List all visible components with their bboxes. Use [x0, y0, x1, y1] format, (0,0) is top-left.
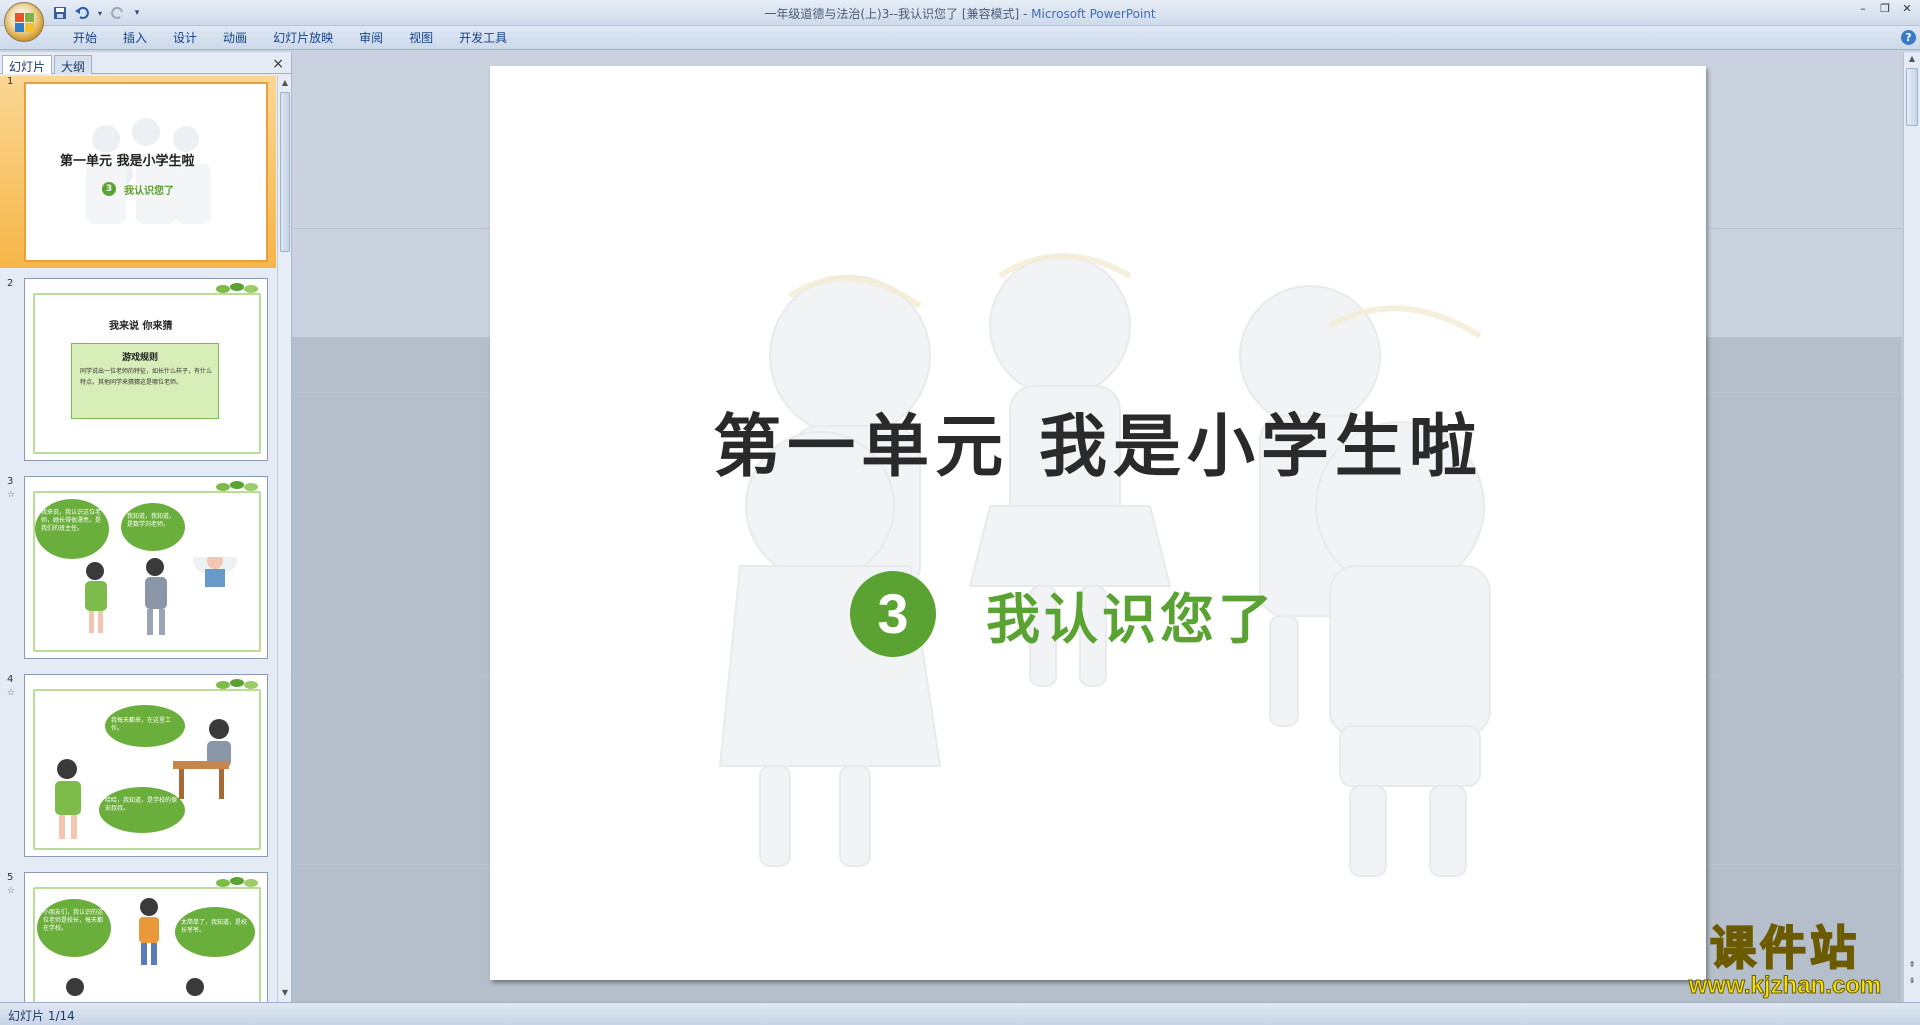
lesson-number-badge: 3 — [850, 571, 936, 657]
watermark-name: 课件站 — [1709, 921, 1860, 975]
office-logo-icon — [15, 13, 35, 33]
animation-star-icon: ☆ — [7, 886, 16, 896]
tab-developer[interactable]: 开发工具 — [446, 29, 520, 47]
restore-icon[interactable]: ❐ — [1874, 0, 1896, 16]
thumb-title: 第一单元 我是小学生啦 — [60, 154, 195, 169]
slide-number: 2 — [7, 278, 14, 289]
tab-view[interactable]: 视图 — [396, 29, 446, 47]
slide-thumbnail-5[interactable]: 5 ☆ 小朋友们，我认识的这位老师是校长，每天都在学校。 太简单了，我知道，是校… — [0, 868, 276, 1002]
slide-number: 3 — [7, 476, 14, 487]
close-icon[interactable]: ✕ — [1896, 0, 1918, 16]
thumb-lesson-number: 3 — [102, 182, 116, 196]
minimize-icon[interactable]: – — [1852, 0, 1874, 16]
lesson-title: 我认识您了 — [986, 586, 1276, 651]
window-controls: – ❐ ✕ — [1852, 0, 1918, 16]
slide-counter: 幻灯片 1/14 — [8, 1009, 75, 1023]
previous-slide-icon[interactable]: ⇞ — [1907, 960, 1917, 972]
tab-design[interactable]: 设计 — [160, 29, 210, 47]
slide-preview: 我每天都来，在这里工作。 哈哈，我知道，是学校的保安叔叔。 — [24, 674, 268, 857]
kids-illustration — [86, 118, 211, 224]
slide-preview: 第一单元 我是小学生啦 3 我认识您了 — [24, 82, 268, 262]
slide-thumbnail-1[interactable]: 1 第一单元 我是小学生啦 3 我认识您了 — [0, 76, 276, 268]
tab-slide-show[interactable]: 幻灯片放映 — [260, 29, 346, 47]
kids-illustration — [55, 719, 231, 839]
slide-preview: 小朋友们，我认识的这位老师是校长，每天都在学校。 太简单了，我知道，是校长爷爷。 — [24, 872, 268, 1002]
kids-illustration — [85, 557, 237, 635]
rules-title: 游戏规则 — [122, 353, 159, 363]
tab-outline[interactable]: 大纲 — [54, 55, 93, 74]
watermark-url: www.kjzhan.com — [1688, 972, 1882, 999]
ribbon-tabs: 开始 插入 设计 动画 幻灯片放映 审阅 视图 开发工具 — [60, 29, 520, 47]
slide-title[interactable]: 第一单元 我是小学生啦 — [490, 391, 1706, 490]
tab-insert[interactable]: 插入 — [110, 29, 160, 47]
slide-preview: 我来说 你来猜 游戏规则 同学说出一位老师的特征，如长什么样子，有什么特点。其他… — [24, 278, 268, 461]
status-bar: 幻灯片 1/14 — [0, 1002, 1920, 1025]
window-title: 一年级道德与法治(上)3--我认识您了 [兼容模式] - Microsoft P… — [0, 5, 1920, 22]
slide-thumbnail-list: 1 第一单元 我是小学生啦 3 我认识您了 2 我来说 你来猜 游戏规则 同学说… — [0, 76, 276, 1002]
slide-editing-area: 第一单元 我是小学生啦 3 我认识您了 — [292, 52, 1902, 1002]
speech-bubble: 我来说，我认识这位老师，她长得很漂亮，是我们的班主任。 — [35, 499, 109, 559]
tab-home[interactable]: 开始 — [60, 29, 110, 47]
animation-star-icon: ☆ — [7, 688, 16, 698]
thumb-title: 我来说 你来猜 — [109, 321, 173, 332]
slides-panel: 幻灯片 大纲 × 1 第一单元 我是小学生啦 3 我认识您了 2 我来说 你来猜… — [0, 52, 292, 1002]
thumbnail-scrollbar[interactable]: ▲ ▼ — [277, 76, 291, 1002]
tab-review[interactable]: 审阅 — [346, 29, 396, 47]
current-slide[interactable]: 第一单元 我是小学生啦 3 我认识您了 — [490, 66, 1706, 980]
slide-number: 1 — [7, 76, 14, 87]
scrollbar-thumb[interactable] — [1906, 68, 1918, 126]
office-button[interactable] — [4, 2, 44, 42]
scroll-up-icon[interactable]: ▲ — [280, 78, 290, 90]
rules-box: 游戏规则 同学说出一位老师的特征，如长什么样子，有什么特点。其他同学来猜猜这是哪… — [71, 343, 219, 419]
ribbon: 开始 插入 设计 动画 幻灯片放映 审阅 视图 开发工具 ? — [0, 26, 1920, 50]
tab-animations[interactable]: 动画 — [210, 29, 260, 47]
document-title: 一年级道德与法治(上)3--我认识您了 [兼容模式] - — [764, 7, 1032, 21]
kids-illustration — [718, 253, 1491, 877]
main-scrollbar[interactable]: ▲ ⇞ ⇟ — [1903, 52, 1920, 1002]
slide-thumbnail-4[interactable]: 4 ☆ 我每天都来，在这里工作。 哈哈，我知道，是学校的保安叔叔。 — [0, 670, 276, 860]
thumb-lesson-title: 我认识您了 — [124, 186, 174, 197]
help-icon[interactable]: ? — [1901, 30, 1916, 45]
tab-slides[interactable]: 幻灯片 — [2, 55, 53, 74]
slide-thumbnail-2[interactable]: 2 我来说 你来猜 游戏规则 同学说出一位老师的特征，如长什么样子，有什么特点。… — [0, 274, 276, 464]
rules-text: 同学说出一位老师的特征，如长什么样子，有什么特点。其他同学来猜猜这是哪位老师。 — [80, 368, 213, 386]
slide-number: 4 — [7, 674, 14, 685]
animation-star-icon: ☆ — [7, 490, 16, 500]
close-icon[interactable]: × — [272, 56, 284, 72]
kids-illustration — [66, 898, 204, 996]
app-name: Microsoft PowerPoint — [1031, 7, 1156, 21]
slide-thumbnail-3[interactable]: 3 ☆ 我来说，我认识这位老师，她长得很漂亮，是我们的班主任。 我知道，我知道，… — [0, 472, 276, 662]
title-bar: ▾ ▾ 一年级道德与法治(上)3--我认识您了 [兼容模式] - Microso… — [0, 0, 1920, 42]
lesson-heading[interactable]: 3 我认识您了 — [850, 571, 1276, 657]
scrollbar-thumb[interactable] — [280, 92, 290, 252]
scroll-down-icon[interactable]: ▼ — [280, 988, 290, 1000]
slide-preview: 我来说，我认识这位老师，她长得很漂亮，是我们的班主任。 我知道，我知道，是数学刘… — [24, 476, 268, 659]
speech-bubble: 我知道，我知道，是数学刘老师。 — [121, 503, 185, 551]
watermark-logo: 课件站 www.kjzhan.com — [1670, 921, 1900, 1002]
panel-tabs: 幻灯片 大纲 × — [0, 54, 292, 74]
slide-number: 5 — [7, 872, 14, 883]
scroll-up-icon[interactable]: ▲ — [1907, 54, 1917, 66]
next-slide-icon[interactable]: ⇟ — [1907, 976, 1917, 988]
